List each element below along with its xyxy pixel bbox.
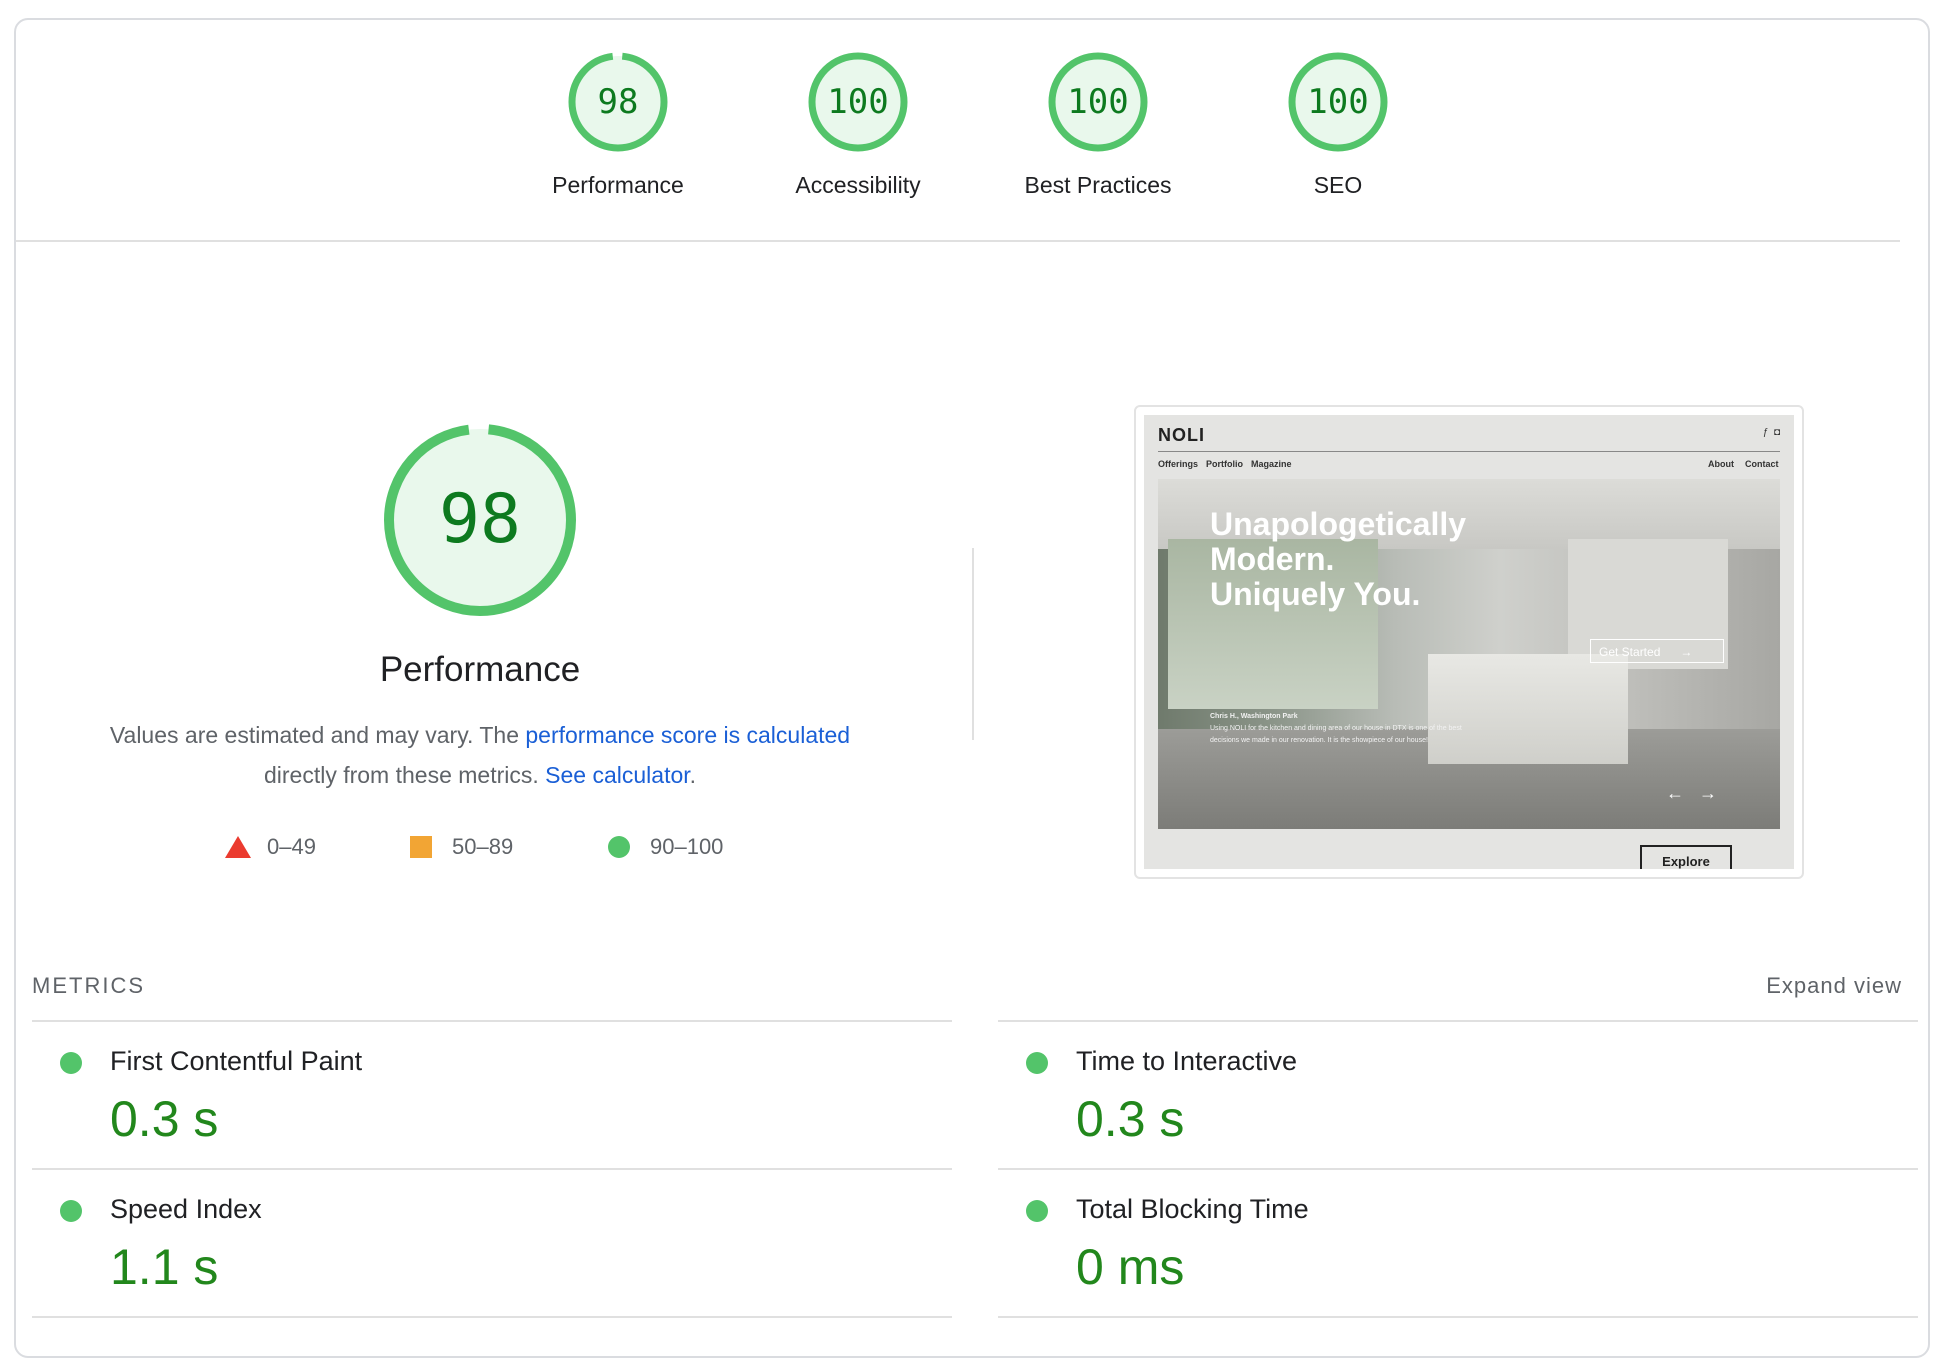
performance-gauge-large: 98 — [290, 420, 670, 620]
metrics-divider — [998, 1020, 1918, 1022]
hero-headline-line: Modern. — [1210, 541, 1335, 577]
metric-name: Time to Interactive — [1076, 1046, 1298, 1076]
site-logo: NOLI — [1158, 425, 1205, 445]
description-text: directly from these metrics. — [263, 762, 546, 788]
hero-headline-line: Uniquely You. — [1210, 576, 1421, 612]
gauge-score: 100 — [1067, 82, 1129, 122]
performance-score: 98 — [439, 480, 521, 559]
carousel-arrows-icon: ← → — [1666, 783, 1718, 803]
expand-view-toggle[interactable]: Expand view — [1716, 973, 1902, 999]
gauge-accessibility[interactable]: 100 Accessibility — [738, 50, 978, 199]
cta-label: Get Started — [1599, 645, 1661, 659]
gauge-score: 98 — [597, 82, 639, 122]
gauge-best-practices[interactable]: 100 Best Practices — [978, 50, 1218, 199]
gauge-performance[interactable]: 98 Performance — [498, 50, 738, 199]
gauge-ring: 98 — [380, 420, 580, 620]
metrics-divider — [998, 1316, 1918, 1318]
site-hero-image: Unapologetically Modern. Uniquely You. G… — [1158, 479, 1780, 829]
metric-first-contentful-paint: First Contentful Paint 0.3 s — [30, 1030, 930, 1170]
gauge-ring: 100 — [806, 50, 910, 154]
metrics-divider — [32, 1316, 952, 1318]
site-nav-portfolio: Portfolio — [1206, 459, 1243, 469]
score-legend: 0–49 50–89 90–100 — [200, 832, 800, 872]
explore-button: Explore — [1640, 845, 1732, 869]
legend-range: 90–100 — [650, 834, 724, 859]
category-gauges: 98 Performance 100 Accessibility 100 Bes… — [0, 50, 1944, 230]
gauge-ring: 100 — [1046, 50, 1150, 154]
gauge-label: Best Practices — [1024, 172, 1172, 198]
gauge-score: 100 — [1307, 82, 1369, 122]
metrics-divider — [32, 1168, 952, 1170]
gauge-score: 100 — [827, 82, 889, 122]
metric-value: 0.3 s — [1076, 1091, 1185, 1147]
orange-square-icon — [410, 836, 432, 858]
site-nav-line — [1158, 451, 1780, 452]
hero-headline-line: Unapologetically — [1210, 506, 1467, 542]
site-nav-contact: Contact — [1745, 459, 1779, 469]
green-circle-icon — [60, 1052, 82, 1074]
hero-testimonial: Chris H., Washington Park Using NOLI for… — [1210, 711, 1470, 747]
metric-total-blocking-time: Total Blocking Time 0 ms — [996, 1178, 1896, 1318]
testimonial-text: Using NOLI for the kitchen and dining ar… — [1210, 725, 1462, 744]
metric-value: 1.1 s — [110, 1239, 219, 1295]
metric-name: Speed Index — [110, 1194, 262, 1224]
legend-range: 0–49 — [267, 834, 316, 859]
green-circle-icon — [60, 1200, 82, 1222]
legend-range: 50–89 — [452, 834, 514, 859]
green-circle-icon — [1026, 1200, 1048, 1222]
metrics-divider — [32, 1020, 952, 1022]
site-preview: NOLI ƒ ◘ Offerings Portfolio Magazine Ab… — [1144, 415, 1794, 869]
performance-description: Values are estimated and may vary. The p… — [80, 715, 880, 795]
gauge-seo[interactable]: 100 SEO — [1218, 50, 1458, 199]
green-circle-icon — [608, 836, 630, 858]
gauge-label: Performance — [552, 172, 684, 198]
description-text: Values are estimated and may vary. The — [109, 722, 526, 748]
metric-value: 0.3 s — [110, 1091, 219, 1147]
testimonial-author: Chris H., Washington Park — [1210, 713, 1298, 720]
metric-name: Total Blocking Time — [1076, 1194, 1309, 1224]
metrics-heading: METRICS — [32, 973, 145, 998]
social-icons: ƒ ◘ — [1762, 427, 1780, 438]
hero-island — [1428, 654, 1628, 764]
green-circle-icon — [1026, 1052, 1048, 1074]
vertical-divider — [972, 548, 974, 740]
gauge-label: Accessibility — [795, 172, 921, 198]
description-text: . — [689, 762, 697, 788]
final-screenshot[interactable]: NOLI ƒ ◘ Offerings Portfolio Magazine Ab… — [1134, 405, 1804, 879]
metric-value: 0 ms — [1076, 1239, 1185, 1295]
metric-speed-index: Speed Index 1.1 s — [30, 1178, 930, 1318]
see-calculator-link[interactable]: See calculator — [545, 762, 689, 788]
hero-cta-button: Get Started → — [1590, 639, 1724, 663]
metrics-divider — [998, 1168, 1918, 1170]
gauge-ring: 98 — [566, 50, 670, 154]
divider — [16, 240, 1900, 242]
red-triangle-icon — [225, 836, 251, 858]
site-nav-about: About — [1708, 459, 1734, 469]
gauge-ring: 100 — [1286, 50, 1390, 154]
score-calculation-link[interactable]: performance score is calculated — [525, 722, 850, 748]
site-nav-offerings: Offerings — [1158, 459, 1199, 469]
performance-title: Performance — [379, 650, 581, 689]
metric-time-to-interactive: Time to Interactive 0.3 s — [996, 1030, 1896, 1170]
site-nav-magazine: Magazine — [1251, 459, 1292, 469]
metric-name: First Contentful Paint — [110, 1046, 363, 1076]
gauge-label: SEO — [1313, 172, 1363, 198]
hero-headline: Unapologetically Modern. Uniquely You. — [1210, 507, 1466, 612]
